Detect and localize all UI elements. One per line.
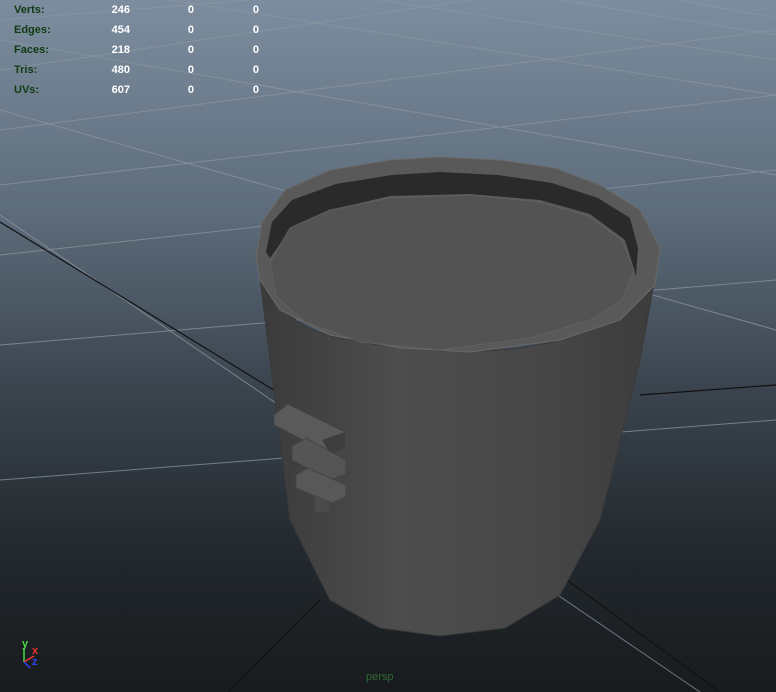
- hud-value: 0: [252, 24, 259, 36]
- hud-value: 218: [111, 44, 130, 56]
- hud-row: Faces: 218 0 0: [14, 40, 274, 60]
- hud-value: 607: [111, 84, 130, 96]
- hud-value: 0: [187, 4, 194, 16]
- hud-label: Verts:: [14, 4, 45, 16]
- hud-value: 0: [187, 24, 194, 36]
- axis-gizmo: y x z: [12, 636, 52, 676]
- hud-label: UVs:: [14, 84, 40, 96]
- hud-row: Verts: 246 0 0: [14, 0, 274, 20]
- hud-label: Tris:: [14, 64, 38, 76]
- axis-z-label: z: [32, 656, 38, 668]
- hud-label: Faces:: [14, 44, 49, 56]
- hud-value: 0: [187, 44, 194, 56]
- hud-value: 0: [252, 44, 259, 56]
- bucket-mesh[interactable]: [255, 156, 661, 637]
- hud-value: 0: [187, 64, 194, 76]
- hud-label: Edges:: [14, 24, 51, 36]
- hud-value: 246: [111, 4, 130, 16]
- hud-value: 0: [187, 84, 194, 96]
- hud-row: Edges: 454 0 0: [14, 20, 274, 40]
- hud-value: 0: [252, 84, 259, 96]
- viewport-scene[interactable]: [0, 0, 776, 692]
- camera-label: persp: [366, 671, 394, 683]
- poly-count-hud: Verts: 246 0 0 Edges: 454 0 0 Faces: 218 0 0 Tris: 48…: [14, 0, 274, 100]
- axis-y-label: y: [22, 638, 29, 650]
- hud-row: Tris: 480 0 0: [14, 60, 274, 80]
- hud-row: UVs: 607 0 0: [14, 80, 274, 100]
- hud-value: 0: [252, 4, 259, 16]
- hud-value: 454: [111, 24, 130, 36]
- hud-value: 480: [111, 64, 130, 76]
- viewport-persp[interactable]: Verts: 246 0 0 Edges: 454 0 0 Faces: 218 0 0 Tris: 48…: [0, 0, 776, 692]
- hud-value: 0: [252, 64, 259, 76]
